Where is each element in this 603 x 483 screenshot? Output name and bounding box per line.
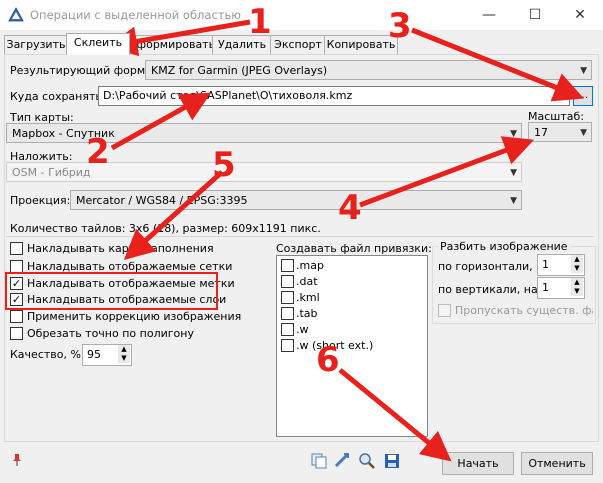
- spin-up-icon[interactable]: ▲: [571, 278, 583, 287]
- chevron-down-icon: ▼: [580, 128, 587, 138]
- overlay-select: OSM - Гибрид ▼: [6, 162, 522, 182]
- annotation-2: 2: [86, 132, 110, 172]
- annotation-5: 5: [212, 145, 236, 185]
- quality-spinner[interactable]: 95 ▲ ▼: [82, 344, 132, 366]
- binding-dat-label: .dat: [296, 275, 318, 288]
- map-type-select[interactable]: Mapbox - Спутник ▼: [6, 123, 522, 143]
- tab-strip: Загрузить Склеить Сформировать Удалить Э…: [4, 33, 597, 55]
- app-icon: [8, 7, 24, 22]
- split-horizontal-spinner[interactable]: 1 ▲ ▼: [537, 254, 585, 276]
- tab-copy[interactable]: Копировать: [324, 35, 398, 54]
- result-format-select[interactable]: KMZ for Garmin (JPEG Overlays) ▼: [145, 60, 592, 80]
- chevron-down-icon: ▼: [580, 66, 587, 76]
- save-to-label: Куда сохранять:: [10, 90, 106, 103]
- split-vertical-label: по вертикали, на: [438, 283, 538, 296]
- tab-generate[interactable]: Сформировать: [128, 35, 215, 54]
- fill-map-label: Накладывать карту заполнения: [27, 242, 214, 255]
- divider: [6, 236, 594, 237]
- fill-map-checkbox[interactable]: [10, 242, 23, 255]
- binding-w-checkbox[interactable]: [281, 323, 294, 336]
- tab-load[interactable]: Загрузить: [4, 35, 68, 54]
- binding-map-checkbox[interactable]: [281, 259, 294, 272]
- cancel-button[interactable]: Отменить: [521, 452, 593, 475]
- copy-icon[interactable]: [310, 452, 328, 470]
- crop-polygon-checkbox[interactable]: [10, 327, 23, 340]
- binding-w-short-checkbox[interactable]: [281, 339, 294, 352]
- crop-polygon-label: Обрезать точно по полигону: [27, 327, 194, 340]
- binding-label: Создавать файл привязки:: [276, 242, 432, 255]
- close-button[interactable]: ✕: [557, 0, 603, 30]
- save-path-input[interactable]: D:\Рабочий стол\SASPlanet\О\тиховоля.kmz: [98, 86, 570, 106]
- spin-down-icon[interactable]: ▼: [571, 264, 583, 273]
- pin-icon[interactable]: [10, 453, 24, 467]
- chevron-down-icon: ▼: [510, 168, 517, 178]
- tiles-info: Количество тайлов: 3x6 (18), размер: 609…: [10, 222, 321, 235]
- binding-tab-label: .tab: [296, 307, 318, 320]
- projection-value: Mercator / WGS84 / EPSG:3395: [76, 194, 248, 207]
- projection-select[interactable]: Mercator / WGS84 / EPSG:3395 ▼: [70, 190, 522, 210]
- spin-down-icon[interactable]: ▼: [118, 354, 130, 363]
- image-correction-checkbox[interactable]: [10, 310, 23, 323]
- spin-up-icon[interactable]: ▲: [571, 255, 583, 264]
- split-vertical-spinner[interactable]: 1 ▲ ▼: [537, 277, 585, 299]
- annotation-1: 1: [248, 2, 272, 42]
- binding-w-label: .w: [296, 323, 309, 336]
- annotation-3: 3: [388, 6, 412, 46]
- binding-kml-label: .kml: [296, 291, 320, 304]
- binding-kml-checkbox[interactable]: [281, 291, 294, 304]
- binding-tab-checkbox[interactable]: [281, 307, 294, 320]
- binding-dat-checkbox[interactable]: [281, 275, 294, 288]
- zoom-icon[interactable]: [358, 452, 376, 470]
- chevron-down-icon: ▼: [510, 196, 517, 206]
- overlay-value: OSM - Гибрид: [12, 166, 91, 179]
- transfer-icon[interactable]: [334, 452, 352, 470]
- annotation-6: 6: [316, 340, 340, 380]
- start-button[interactable]: Начать: [442, 452, 514, 475]
- split-label: Разбить изображение: [438, 240, 570, 253]
- split-horizontal-value: 1: [542, 258, 549, 271]
- spin-up-icon[interactable]: ▲: [118, 345, 130, 354]
- binding-map-label: .map: [296, 259, 324, 272]
- tab-export[interactable]: Экспорт: [270, 35, 326, 54]
- window-title: Операции с выделенной областью: [30, 8, 241, 22]
- chevron-down-icon: ▼: [510, 129, 517, 139]
- minimize-button[interactable]: —: [466, 0, 512, 30]
- skip-existing-label: Пропускать существ. файл: [455, 304, 593, 317]
- split-vertical-value: 1: [542, 281, 549, 294]
- tab-combine[interactable]: Склеить: [66, 33, 130, 55]
- scale-value: 17: [534, 126, 548, 139]
- skip-existing-checkbox: [438, 304, 451, 317]
- browse-button[interactable]: ...: [573, 86, 593, 106]
- spin-down-icon[interactable]: ▼: [571, 287, 583, 296]
- highlight-box: [5, 272, 218, 310]
- projection-label: Проекция:: [10, 194, 71, 207]
- quality-label: Качество, %: [10, 348, 81, 361]
- quality-value: 95: [87, 348, 101, 361]
- scale-select[interactable]: 17 ▼: [528, 122, 592, 142]
- result-format-label: Результирующий формат:: [10, 64, 163, 77]
- image-correction-label: Применить коррекцию изображения: [27, 310, 242, 323]
- annotation-4: 4: [338, 188, 362, 228]
- maximize-button[interactable]: ☐: [512, 0, 558, 30]
- split-horizontal-label: по горизонтали, на: [438, 260, 551, 273]
- save-icon[interactable]: [383, 452, 401, 470]
- result-format-value: KMZ for Garmin (JPEG Overlays): [151, 64, 328, 77]
